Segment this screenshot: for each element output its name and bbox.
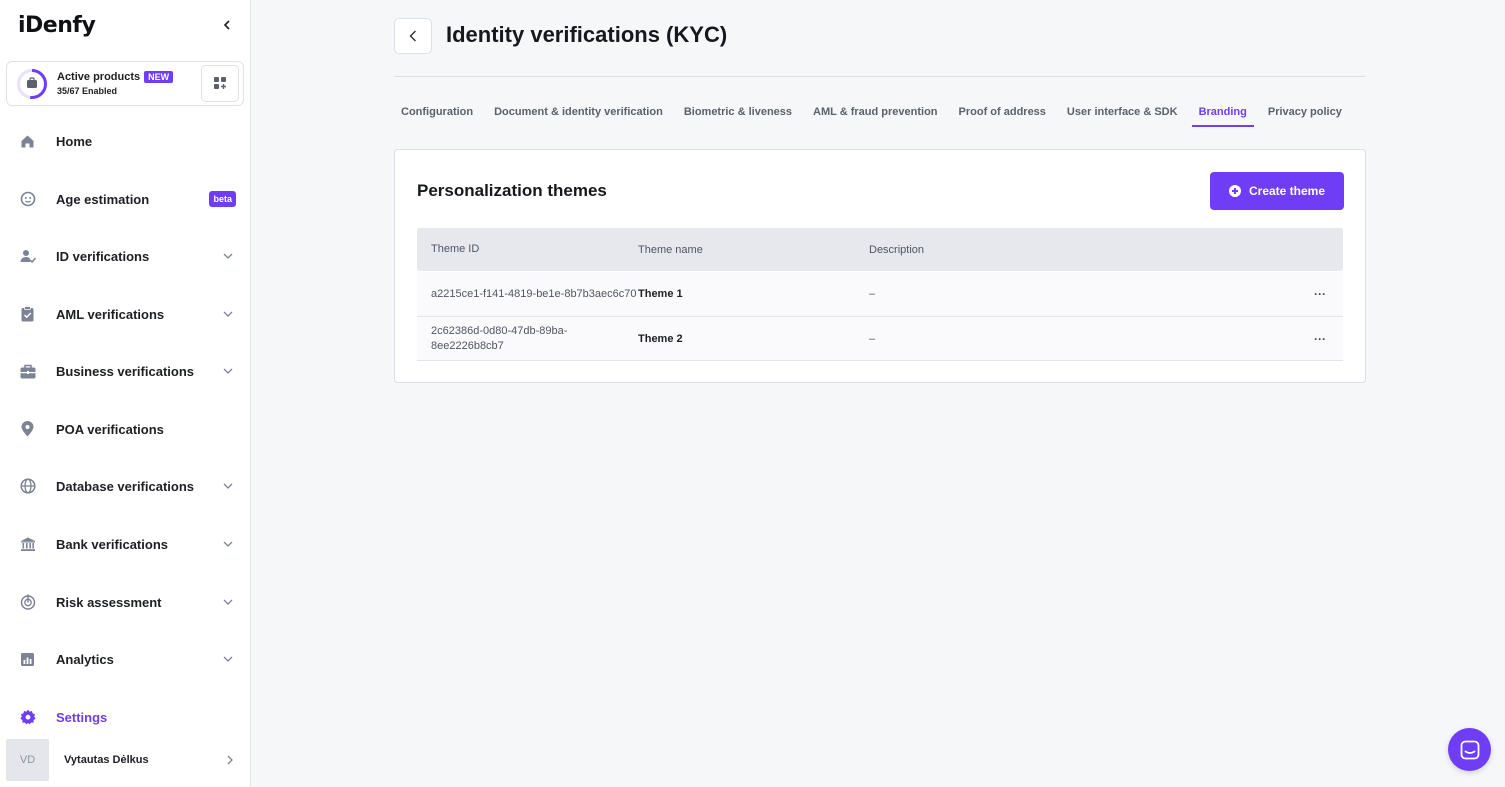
chevron-down-icon: [222, 365, 234, 377]
plus-circle-icon: [1228, 185, 1241, 197]
user-name: Vytautas Dėlkus: [64, 754, 149, 766]
briefcase-icon: [19, 363, 36, 380]
risk-gauge-icon: [19, 594, 36, 611]
theme-description-cell: –: [869, 288, 876, 300]
header-divider: [394, 76, 1365, 77]
clipboard-check-icon: [19, 306, 36, 323]
chevron-left-icon: [223, 20, 230, 30]
location-pin-icon: [19, 421, 36, 438]
table-row[interactable]: a2215ce1-f141-4819-be1e-8b7b3aec6c70 The…: [417, 272, 1343, 317]
beta-badge: beta: [209, 191, 236, 207]
sidebar-item-label: Business verifications: [56, 363, 194, 379]
tab-privacy-policy[interactable]: Privacy policy: [1261, 98, 1349, 127]
create-theme-label: Create theme: [1248, 184, 1326, 198]
create-theme-button[interactable]: Create theme: [1210, 172, 1344, 210]
sidebar-item-label: ID verifications: [56, 248, 150, 264]
sidebar-item-settings[interactable]: Settings: [0, 697, 250, 737]
support-chat-button[interactable]: [1448, 728, 1491, 771]
home-icon: [19, 133, 36, 150]
sidebar-item-analytics[interactable]: Analytics: [0, 639, 250, 679]
sidebar-item-label: Analytics: [56, 651, 114, 667]
user-profile-row[interactable]: VD Vytautas Dėlkus: [6, 739, 246, 781]
sidebar-item-label: Home: [56, 133, 93, 149]
table-row[interactable]: 2c62386d-0d80-47db-89ba-8ee2226b8cb7 The…: [417, 317, 1343, 361]
column-header-description: Description: [869, 243, 925, 256]
products-progress-ring: [15, 67, 49, 101]
chevron-right-icon: [224, 754, 236, 766]
tab-configuration[interactable]: Configuration: [394, 98, 480, 127]
chevron-down-icon: [222, 308, 234, 320]
theme-id-cell: 2c62386d-0d80-47db-89ba-8ee2226b8cb7: [431, 325, 568, 352]
gear-icon: [19, 709, 36, 726]
sidebar-item-age-estimation[interactable]: Age estimation beta: [0, 179, 250, 219]
grid-plus-icon: [213, 77, 226, 89]
row-menu-button[interactable]: ···: [1297, 332, 1343, 346]
chevron-down-icon: [222, 596, 234, 608]
products-enabled-count: 35/67 Enabled: [57, 85, 118, 96]
sidebar-item-home[interactable]: Home: [0, 121, 250, 161]
products-text: Active products NEW 35/67 Enabled: [57, 71, 201, 97]
sidebar-item-label: POA verifications: [56, 421, 164, 437]
globe-icon: [19, 478, 36, 495]
sidebar-item-label: Settings: [56, 709, 108, 725]
products-title: Active products NEW: [57, 71, 201, 84]
chevron-down-icon: [222, 480, 234, 492]
theme-description-cell: –: [869, 332, 876, 345]
table-header: Theme ID Theme name Description: [417, 228, 1343, 271]
column-header-theme-id: Theme ID: [431, 243, 480, 256]
tab-bar: Configuration Document & identity verifi…: [394, 98, 1356, 128]
chevron-down-icon: [222, 538, 234, 550]
sidebar-item-id-verifications[interactable]: ID verifications: [0, 236, 250, 276]
chevron-down-icon: [222, 653, 234, 665]
logo-row: iDenfy: [18, 10, 238, 40]
sidebar-item-risk-assessment[interactable]: Risk assessment: [0, 582, 250, 622]
app-logo[interactable]: iDenfy: [18, 13, 96, 38]
avatar: VD: [6, 739, 49, 781]
chevron-left-icon: [409, 30, 416, 42]
themes-card: Personalization themes Create theme Them…: [394, 149, 1366, 383]
theme-name-cell: Theme 1: [638, 288, 683, 300]
new-badge: NEW: [144, 70, 174, 84]
theme-name-cell: Theme 2: [638, 332, 683, 345]
collapse-sidebar-button[interactable]: [216, 14, 238, 36]
sidebar: iDenfy Active products NEW 35/67 Enabled: [0, 0, 251, 787]
page-title: Identity verifications (KYC): [446, 22, 728, 47]
sidebar-item-aml-verifications[interactable]: AML verifications: [0, 294, 250, 334]
active-products-card[interactable]: Active products NEW 35/67 Enabled: [6, 61, 244, 106]
add-product-grid-button[interactable]: [201, 65, 239, 102]
tab-branding[interactable]: Branding: [1191, 98, 1254, 127]
tab-user-interface-sdk[interactable]: User interface & SDK: [1060, 98, 1185, 127]
more-dots-icon: ···: [1314, 331, 1326, 346]
back-button[interactable]: [394, 18, 432, 54]
sidebar-item-bank-verifications[interactable]: Bank verifications: [0, 524, 250, 564]
sidebar-item-poa-verifications[interactable]: POA verifications: [0, 409, 250, 449]
sidebar-item-business-verifications[interactable]: Business verifications: [0, 351, 250, 391]
sidebar-item-label: Bank verifications: [56, 536, 168, 552]
tab-document-identity-verification[interactable]: Document & identity verification: [487, 98, 670, 127]
sidebar-item-label: Database verifications: [56, 478, 195, 494]
face-icon: [19, 191, 36, 208]
column-header-theme-name: Theme name: [638, 243, 703, 256]
row-menu-button[interactable]: ···: [1297, 287, 1343, 301]
chevron-down-icon: [222, 250, 234, 262]
user-check-icon: [19, 248, 36, 265]
tab-aml-fraud-prevention[interactable]: AML & fraud prevention: [806, 98, 944, 127]
bank-icon: [19, 536, 36, 553]
sidebar-item-label: AML verifications: [56, 306, 165, 322]
tab-biometric-liveness[interactable]: Biometric & liveness: [677, 98, 799, 127]
bar-chart-icon: [19, 651, 36, 668]
tab-proof-of-address[interactable]: Proof of address: [952, 98, 1053, 127]
chat-icon: [1460, 740, 1479, 759]
themes-title: Personalization themes: [417, 181, 607, 200]
sidebar-item-label: Age estimation: [56, 191, 150, 207]
sidebar-item-label: Risk assessment: [56, 594, 162, 610]
theme-id-cell: a2215ce1-f141-4819-be1e-8b7b3aec6c70: [431, 287, 637, 300]
products-title-label: Active products: [57, 70, 141, 83]
sidebar-item-database-verifications[interactable]: Database verifications: [0, 466, 250, 506]
more-dots-icon: ···: [1314, 287, 1326, 301]
themes-table: Theme ID Theme name Description a2215ce1…: [417, 228, 1343, 361]
